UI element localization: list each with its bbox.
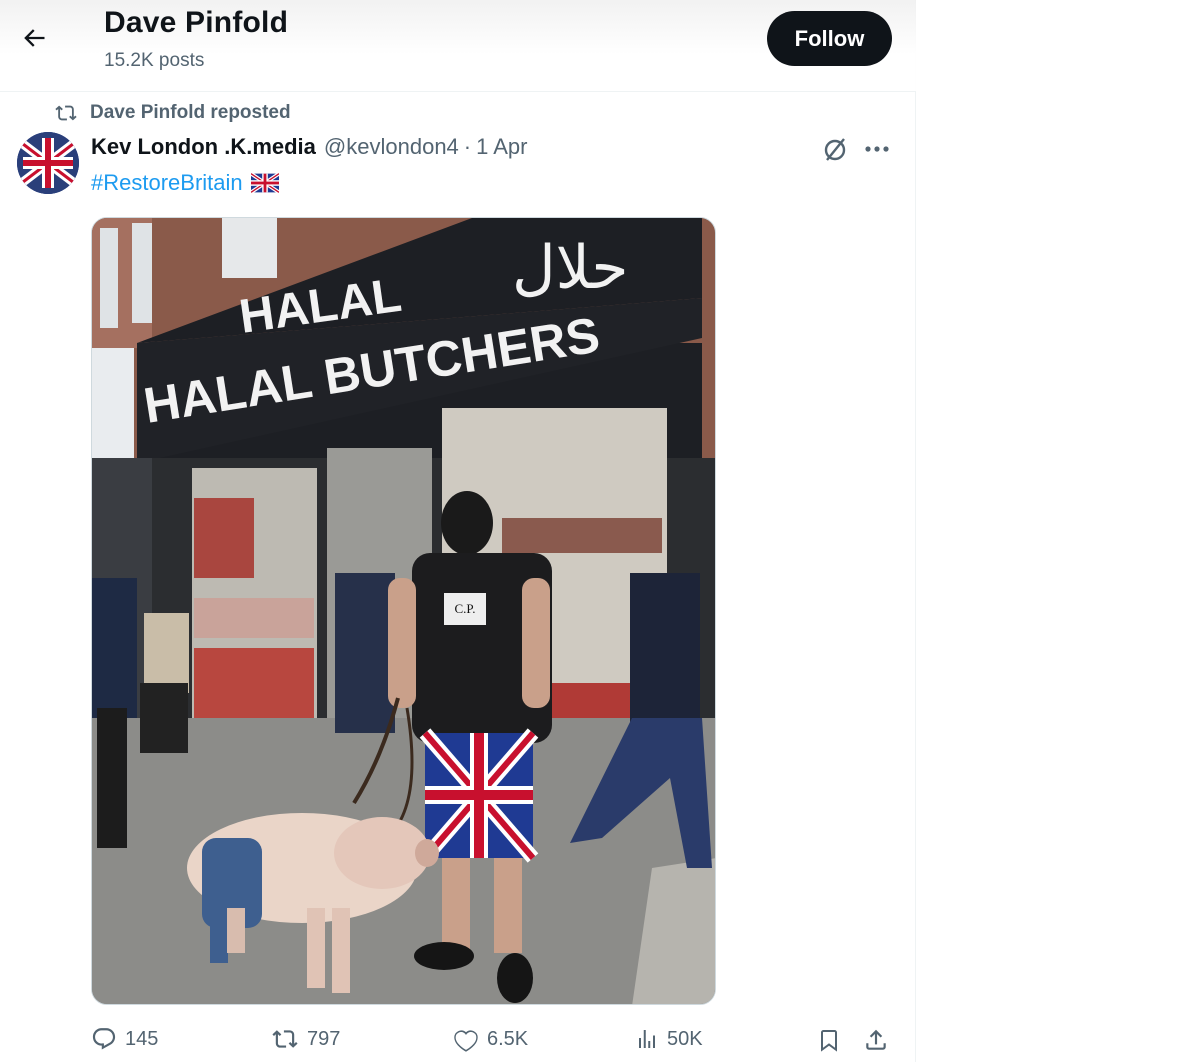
union-jack-flag-icon	[250, 173, 279, 193]
post-count: 15.2K posts	[104, 50, 205, 71]
share-button[interactable]	[863, 1026, 897, 1054]
separator-dot: ·	[463, 134, 472, 159]
grok-icon[interactable]	[820, 134, 850, 164]
hashtag-link[interactable]: #RestoreBritain	[91, 170, 243, 196]
photo-scene: HALAL HALAL BUTCHERS حلال C.P.	[92, 218, 715, 1004]
profile-name: Dave Pinfold	[104, 6, 289, 39]
author-handle[interactable]: @kevlondon4	[324, 134, 459, 160]
author-name[interactable]: Kev London .K.media	[91, 134, 316, 160]
more-options-icon[interactable]	[862, 136, 892, 162]
bookmark-button[interactable]	[817, 1026, 849, 1054]
like-count: 6.5K	[487, 1027, 529, 1050]
follow-button[interactable]: Follow	[767, 11, 892, 66]
post-date[interactable]: 1 Apr	[476, 134, 527, 160]
repost-icon	[55, 105, 77, 121]
back-button[interactable]	[14, 18, 54, 58]
repost-button[interactable]: 797	[271, 1026, 340, 1052]
post-author-row: Kev London .K.media @kevlondon4 · 1 Apr	[91, 134, 528, 160]
post-action-bar: 145 797 6.5K 50K	[91, 1022, 901, 1062]
bookmark-icon	[821, 1030, 837, 1052]
shirt-logo-text: C.P.	[455, 601, 476, 616]
reply-button[interactable]: 145	[91, 1026, 158, 1052]
post-text: #RestoreBritain	[91, 170, 279, 196]
repost-action-icon	[272, 1030, 298, 1048]
post-media-image[interactable]: HALAL HALAL BUTCHERS حلال C.P.	[91, 217, 716, 1005]
repost-text: Dave Pinfold reposted	[90, 102, 291, 123]
reply-icon	[92, 1028, 116, 1050]
author-avatar[interactable]	[17, 132, 79, 194]
views-chart-icon	[639, 1030, 655, 1048]
views-button[interactable]: 50K	[635, 1026, 703, 1052]
timeline-column: Dave Pinfold 15.2K posts Follow Dave Pin…	[0, 0, 916, 1062]
profile-header: Dave Pinfold 15.2K posts Follow	[0, 0, 916, 92]
arrow-left-icon	[24, 29, 45, 47]
shop-sign-arabic: حلال	[512, 233, 628, 303]
view-count: 50K	[667, 1027, 703, 1050]
like-button[interactable]: 6.5K	[453, 1026, 528, 1052]
heart-icon	[454, 1030, 478, 1052]
repost-count: 797	[307, 1027, 341, 1050]
repost-indicator[interactable]: Dave Pinfold reposted	[54, 102, 291, 124]
share-icon	[866, 1029, 886, 1050]
reply-count: 145	[125, 1027, 159, 1050]
